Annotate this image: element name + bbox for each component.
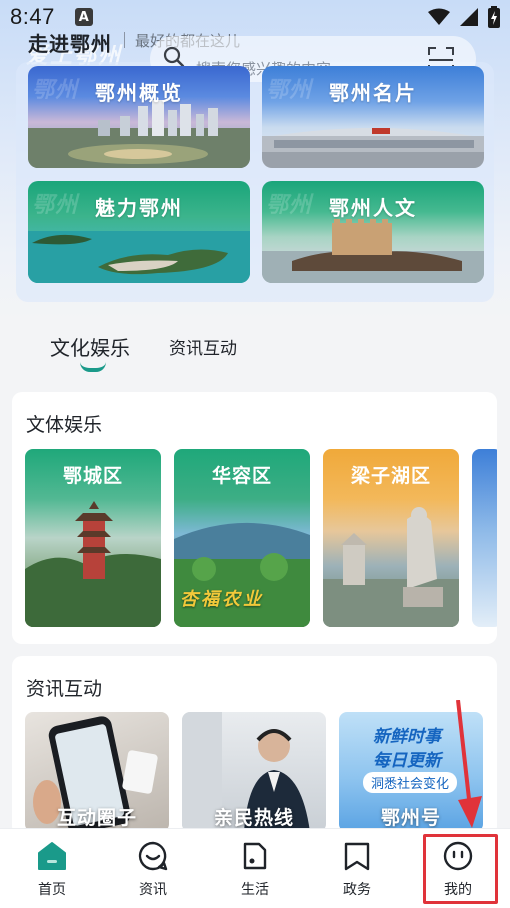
life-card-icon [243, 842, 267, 870]
nav-label: 我的 [444, 882, 472, 898]
bottom-navigation: 首页 资讯 生活 政务 我的 [0, 828, 510, 908]
profile-face-icon [443, 841, 473, 871]
signal-icon [460, 8, 478, 26]
tile-label: 魅力鄂州 [95, 195, 183, 220]
wifi-icon [428, 8, 450, 25]
culture-section: 文体娱乐 鄂城区 华容区 杏福农业 梁子湖区 [12, 392, 497, 644]
nav-item-government[interactable]: 政务 [307, 829, 407, 908]
news-section: 资讯互动 互动圈子 亲民热线 新鲜时事 每日更新 洞悉社会变化 鄂州号 [12, 656, 497, 836]
battery-icon [488, 6, 500, 28]
active-tab-indicator [80, 362, 106, 372]
section-title: 资讯互动 [26, 678, 103, 700]
district-sign-text: 杏福农业 [180, 589, 264, 610]
news-card-hotline[interactable]: 亲民热线 [182, 712, 326, 832]
tile-culture[interactable]: 鄂州 鄂州人文 [262, 181, 484, 283]
tab-news-interaction[interactable]: 资讯互动 [169, 334, 237, 359]
annotation-arrow-icon [456, 700, 482, 828]
news-headline-1: 新鲜时事 [373, 727, 441, 747]
tile-label: 鄂州名片 [329, 80, 417, 105]
home-icon [38, 842, 66, 870]
news-card-label: 亲民热线 [213, 807, 294, 829]
district-card-liangzihu[interactable]: 梁子湖区 [323, 449, 459, 627]
chat-bubble-icon [138, 841, 168, 871]
nav-item-life[interactable]: 生活 [205, 829, 305, 908]
nav-label: 资讯 [139, 882, 167, 898]
tile-label: 鄂州人文 [329, 195, 417, 220]
tile-city-card[interactable]: 鄂州 鄂州名片 [262, 66, 484, 168]
nav-label: 生活 [241, 882, 269, 898]
header-divider [124, 32, 125, 48]
content-tabs: 文化娱乐 资讯互动 [0, 332, 510, 376]
news-tag: 洞悉社会变化 [363, 772, 458, 793]
tile-label: 鄂州概览 [95, 80, 183, 105]
nav-label: 政务 [343, 882, 371, 898]
news-card-label: 互动圈子 [56, 807, 137, 829]
section-title: 文体娱乐 [26, 414, 103, 436]
district-card-huarong[interactable]: 华容区 杏福农业 [174, 449, 310, 627]
district-card-partial[interactable] [472, 449, 497, 627]
bookmark-icon [344, 842, 370, 871]
district-label: 鄂城区 [62, 465, 123, 487]
tile-overview[interactable]: 鄂州 鄂州概览 [28, 66, 250, 168]
nav-label: 首页 [38, 882, 66, 898]
nav-item-news[interactable]: 资讯 [103, 829, 203, 908]
news-card-community[interactable]: 互动圈子 [25, 712, 169, 832]
district-label: 华容区 [211, 465, 272, 487]
tab-culture-entertainment[interactable]: 文化娱乐 [50, 332, 130, 361]
news-headline-2: 每日更新 [373, 751, 441, 771]
tile-charm[interactable]: 鄂州 魅力鄂州 [28, 181, 250, 283]
district-label: 梁子湖区 [350, 465, 431, 487]
nav-item-mine[interactable]: 我的 [408, 829, 508, 908]
status-indicators [428, 6, 500, 28]
notification-icon: A [74, 8, 93, 26]
district-card-echeng[interactable]: 鄂城区 [25, 449, 161, 627]
nav-item-home[interactable]: 首页 [2, 829, 102, 908]
page-title: 走进鄂州 [28, 32, 112, 56]
status-time: 8:47 [10, 4, 55, 29]
